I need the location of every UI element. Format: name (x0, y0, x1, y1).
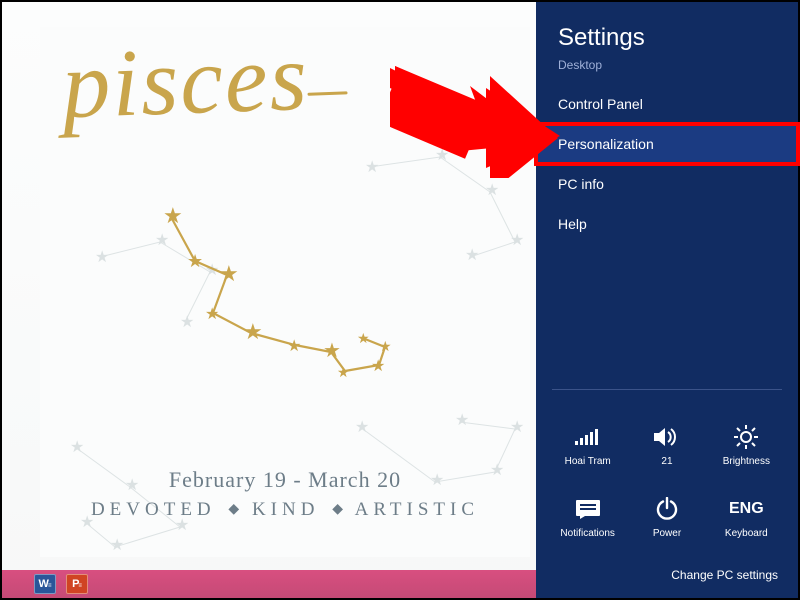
svg-text:★: ★ (187, 251, 203, 271)
tile-notifications[interactable]: Notifications (548, 480, 627, 552)
tile-power[interactable]: Power (627, 480, 706, 552)
screenshot-stage: ★★★★ ★★★★★ ★★★★★ ★★★★★ pisces ★ ★ ★ ★ ★ (0, 0, 800, 600)
tile-keyboard-label: Keyboard (725, 528, 768, 539)
settings-charm-panel: Settings Desktop Control Panel Personali… (536, 2, 798, 598)
pisces-constellation: ★ ★ ★ ★ ★ ★ ★ ★ ★ ★ ★ (135, 197, 415, 387)
svg-text:★: ★ (110, 537, 124, 554)
svg-text:★: ★ (323, 340, 341, 362)
svg-text:★: ★ (465, 247, 479, 264)
poster-dates: February 19 - March 20 (40, 467, 530, 493)
trait-0: DEVOTED (91, 499, 216, 520)
tile-network-label: Hoai Tram (565, 456, 611, 467)
taskbar: W ≡ P ≡ (2, 570, 538, 598)
svg-text:★: ★ (365, 159, 379, 176)
trait-sep: ◆ (225, 502, 242, 517)
settings-separator (552, 389, 782, 390)
settings-item-control-panel[interactable]: Control Panel (536, 84, 798, 124)
tile-keyboard[interactable]: ENG Keyboard (707, 480, 786, 552)
svg-text:★: ★ (243, 319, 263, 344)
svg-text:★: ★ (510, 232, 524, 249)
settings-subtitle: Desktop (536, 58, 798, 84)
svg-text:★: ★ (287, 338, 301, 355)
settings-item-help[interactable]: Help (536, 204, 798, 244)
tile-brightness[interactable]: Brightness (707, 408, 786, 480)
svg-text:★: ★ (379, 338, 392, 354)
svg-text:★: ★ (95, 249, 109, 266)
settings-item-pc-info[interactable]: PC info (536, 164, 798, 204)
poster-traits: DEVOTED ◆ KIND ◆ ARTISTIC (40, 499, 530, 521)
wallpaper-poster: ★★★★ ★★★★★ ★★★★★ ★★★★★ pisces ★ ★ ★ ★ ★ (40, 27, 530, 557)
trait-1: KIND (252, 499, 320, 520)
brightness-icon (733, 422, 759, 452)
change-pc-settings-link[interactable]: Change PC settings (536, 558, 798, 598)
signal-icon (574, 422, 602, 452)
svg-text:★: ★ (70, 439, 84, 456)
desktop-area: ★★★★ ★★★★★ ★★★★★ ★★★★★ pisces ★ ★ ★ ★ ★ (2, 2, 538, 598)
tile-notifications-label: Notifications (560, 528, 614, 539)
tile-power-label: Power (653, 528, 681, 539)
svg-text:★: ★ (219, 261, 239, 286)
keyboard-text-icon: ENG (729, 500, 764, 518)
svg-text:★: ★ (435, 147, 449, 164)
svg-text:★: ★ (485, 182, 499, 199)
poster-title: pisces (61, 53, 309, 110)
trait-sep: ◆ (329, 502, 346, 517)
tile-volume[interactable]: 21 (627, 408, 706, 480)
keyboard-icon: ENG (729, 494, 764, 524)
svg-text:★: ★ (357, 330, 370, 346)
volume-icon (653, 422, 681, 452)
svg-text:★: ★ (510, 419, 524, 436)
svg-text:★: ★ (337, 364, 350, 380)
svg-text:★: ★ (371, 358, 385, 375)
svg-text:★: ★ (205, 306, 219, 323)
power-icon (655, 494, 679, 524)
settings-item-personalization[interactable]: Personalization (536, 124, 798, 164)
notifications-icon (575, 494, 601, 524)
taskbar-powerpoint-icon[interactable]: P ≡ (66, 574, 88, 594)
svg-text:★: ★ (355, 419, 369, 436)
tile-volume-label: 21 (661, 456, 672, 467)
trait-2: ARTISTIC (355, 499, 479, 520)
svg-text:★: ★ (163, 203, 183, 228)
svg-text:★: ★ (455, 412, 469, 429)
tile-network[interactable]: Hoai Tram (548, 408, 627, 480)
settings-title: Settings (536, 2, 798, 58)
taskbar-word-icon[interactable]: W ≡ (34, 574, 56, 594)
tile-brightness-label: Brightness (723, 456, 770, 467)
quick-tiles: Hoai Tram 21 Brightness Notifications (536, 404, 798, 558)
